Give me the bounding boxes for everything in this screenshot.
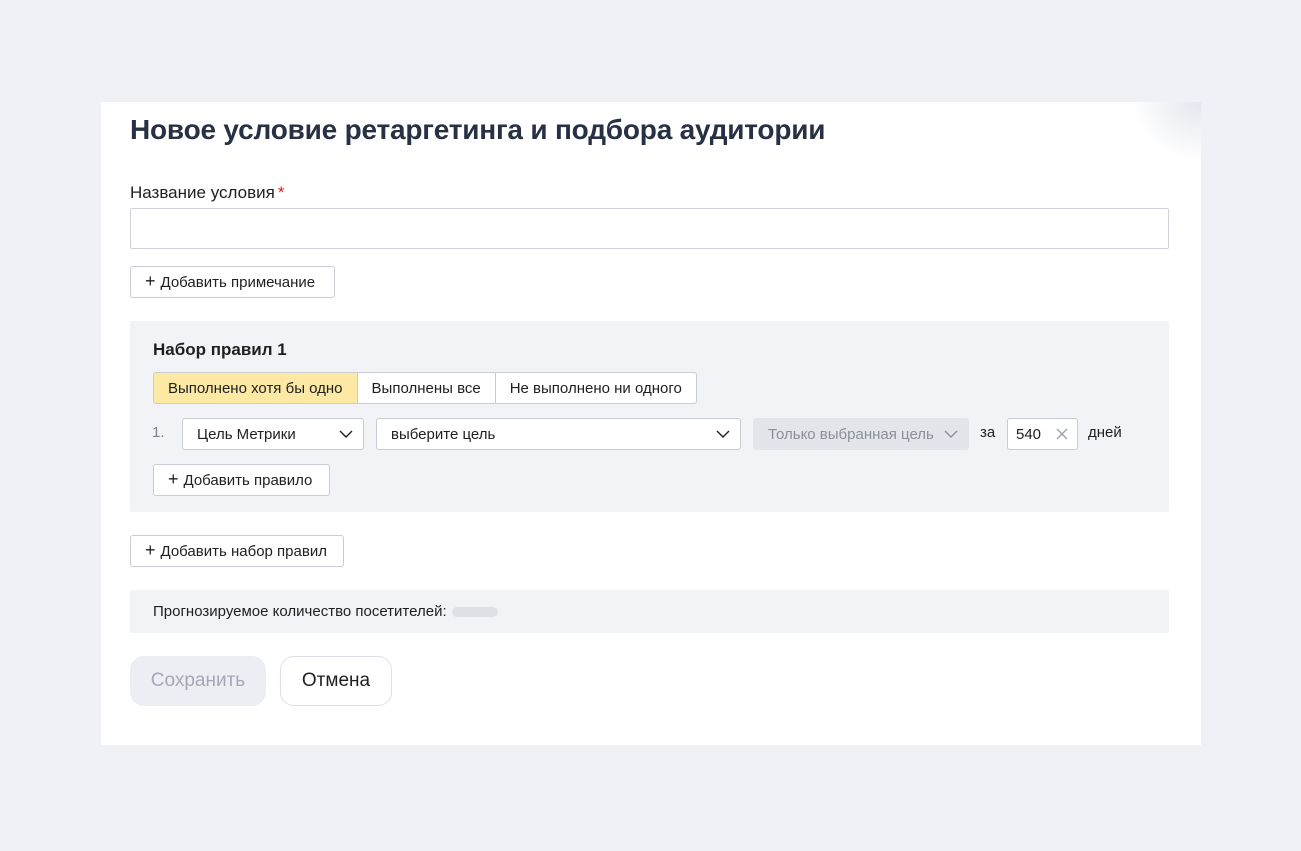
close-icon[interactable] — [1055, 427, 1069, 441]
goal-scope-select[interactable]: Только выбранная цель — [753, 418, 969, 450]
mode-all[interactable]: Выполнены все — [358, 373, 496, 403]
condition-name-input[interactable] — [130, 208, 1169, 249]
condition-name-label-text: Название условия — [130, 183, 275, 202]
condition-name-label: Название условия * — [130, 183, 284, 203]
period-suffix: дней — [1088, 424, 1122, 441]
chevron-down-icon — [716, 427, 730, 441]
chevron-down-icon — [339, 427, 353, 441]
rule-number: 1. — [152, 424, 165, 441]
required-mark: * — [277, 183, 285, 202]
add-ruleset-label: Добавить набор правил — [160, 542, 327, 560]
period-prefix: за — [980, 424, 996, 441]
goal-select[interactable]: выберите цель — [376, 418, 741, 450]
days-value: 540 — [1016, 425, 1042, 443]
add-note-label: Добавить примечание — [160, 273, 316, 291]
retargeting-dialog: Новое условие ретаргетинга и подбора ауд… — [101, 102, 1201, 745]
mode-none[interactable]: Не выполнено ни одного — [496, 373, 696, 403]
plus-icon: + — [145, 271, 156, 291]
save-button[interactable]: Сохранить — [130, 656, 266, 706]
dialog-corner-shade — [1131, 102, 1201, 162]
add-ruleset-button[interactable]: + Добавить набор правил — [130, 535, 344, 567]
chevron-down-icon — [944, 427, 958, 441]
cancel-button[interactable]: Отмена — [280, 656, 392, 706]
add-rule-label: Добавить правило — [183, 471, 313, 489]
forecast-loading-skeleton — [451, 606, 498, 617]
add-note-button[interactable]: + Добавить примечание — [130, 266, 335, 298]
add-rule-button[interactable]: + Добавить правило — [153, 464, 330, 496]
ruleset-title: Набор правил 1 — [153, 340, 287, 359]
plus-icon: + — [168, 469, 179, 489]
goal-scope-value: Только выбранная цель — [768, 425, 934, 443]
plus-icon: + — [145, 540, 156, 560]
forecast-label: Прогнозируемое количество посетителей: — [153, 603, 447, 620]
audience-forecast: Прогнозируемое количество посетителей: — [130, 590, 1169, 633]
rule-type-value: Цель Метрики — [197, 425, 296, 443]
mode-at-least-one[interactable]: Выполнено хотя бы одно — [154, 373, 358, 403]
goal-value: выберите цель — [391, 425, 496, 443]
ruleset-mode-switch: Выполнено хотя бы одно Выполнены все Не … — [153, 372, 697, 404]
rule-type-select[interactable]: Цель Метрики — [182, 418, 364, 450]
days-input[interactable]: 540 — [1007, 418, 1078, 450]
page-title: Новое условие ретаргетинга и подбора ауд… — [130, 114, 826, 145]
ruleset-panel: Набор правил 1 Выполнено хотя бы одно Вы… — [130, 321, 1169, 512]
